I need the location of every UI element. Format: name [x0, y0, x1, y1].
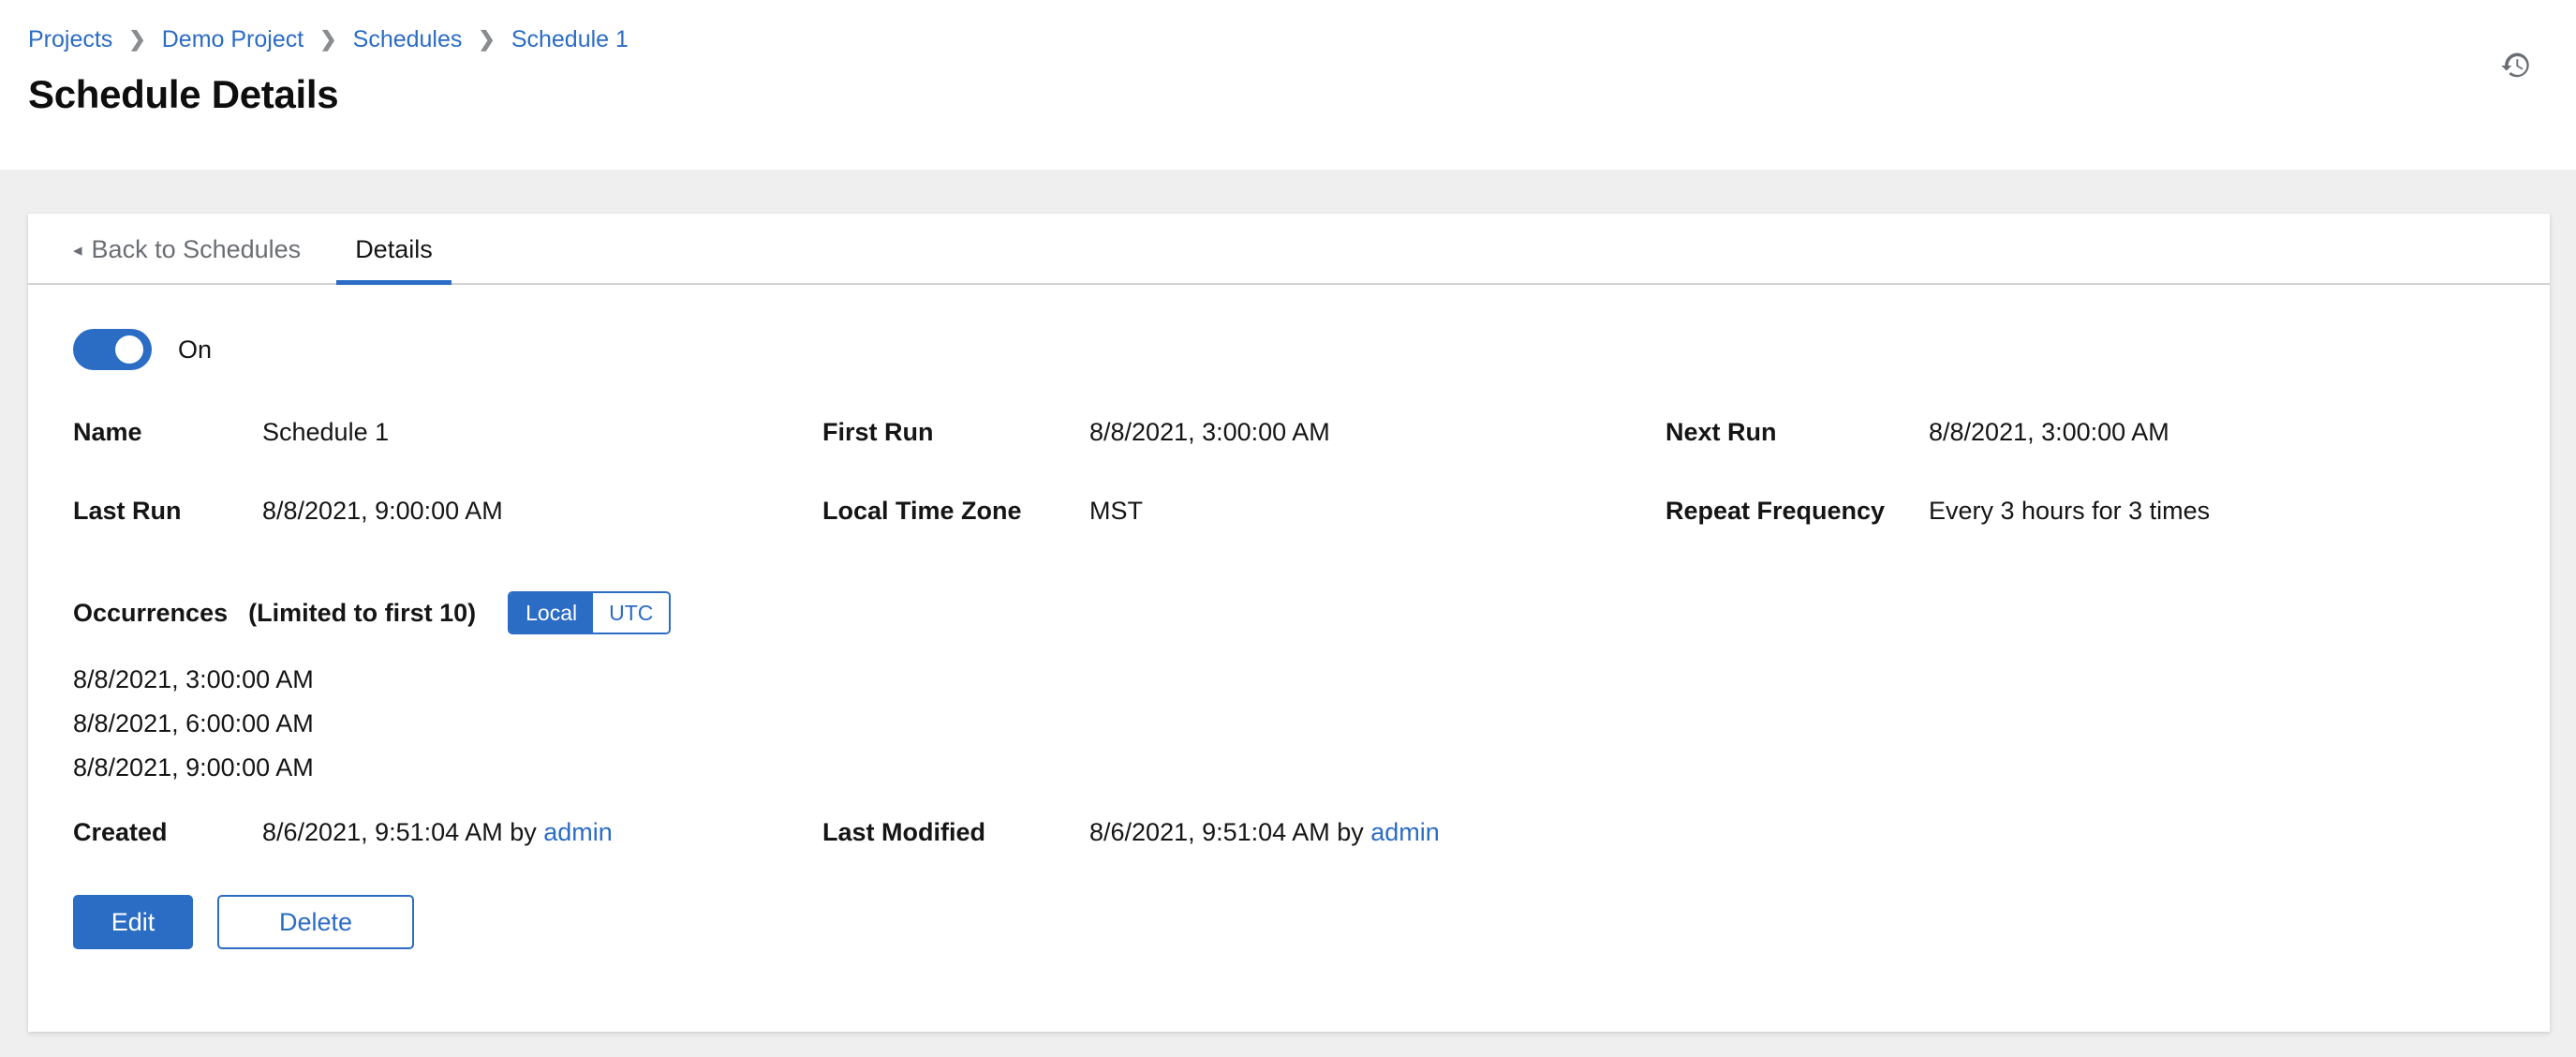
field-created-timestamp: 8/6/2021, 9:51:04 AM by	[262, 818, 537, 846]
schedule-enabled-row: On	[73, 320, 2505, 379]
chevron-left-icon: ◂	[73, 242, 82, 260]
field-last-run-value: 8/8/2021, 9:00:00 AM	[262, 497, 503, 526]
schedule-meta-grid: Created 8/6/2021, 9:51:04 AM by admin La…	[73, 818, 2505, 886]
history-icon	[2499, 49, 2533, 82]
field-created-user-link[interactable]: admin	[543, 818, 613, 846]
breadcrumb-item-schedules[interactable]: Schedules	[353, 28, 463, 52]
timezone-toggle-group: Local UTC	[508, 591, 671, 634]
field-local-time-zone: Local Time Zone MST	[822, 497, 1666, 575]
tab-back-label: Back to Schedules	[92, 235, 302, 264]
schedule-enabled-label: On	[178, 335, 212, 365]
occurrences-list: 8/8/2021, 3:00:00 AM 8/8/2021, 6:00:00 A…	[73, 658, 2505, 790]
history-icon-button[interactable]	[2495, 45, 2537, 86]
breadcrumb: Projects ❯ Demo Project ❯ Schedules ❯ Sc…	[28, 22, 2548, 56]
occurrences-header: Occurrences (Limited to first 10) Local …	[73, 587, 2505, 639]
breadcrumb-separator-icon: ❯	[303, 29, 352, 50]
field-last-modified: Last Modified 8/6/2021, 9:51:04 AM by ad…	[822, 818, 1666, 886]
schedule-enabled-toggle[interactable]	[73, 329, 152, 370]
field-last-modified-label: Last Modified	[822, 818, 1089, 847]
field-first-run-value: 8/8/2021, 3:00:00 AM	[1089, 418, 1330, 447]
action-buttons: Edit Delete	[73, 895, 2505, 949]
page-title: Schedule Details	[28, 72, 2548, 117]
meta-grid-spacer	[1666, 818, 2505, 886]
field-name-label: Name	[73, 418, 262, 447]
field-last-run-label: Last Run	[73, 497, 262, 526]
page-header: Projects ❯ Demo Project ❯ Schedules ❯ Sc…	[0, 0, 2576, 170]
edit-button[interactable]: Edit	[73, 895, 193, 949]
field-repeat-frequency-value: Every 3 hours for 3 times	[1929, 497, 2210, 526]
field-last-run: Last Run 8/8/2021, 9:00:00 AM	[73, 497, 822, 575]
timezone-option-utc[interactable]: UTC	[593, 593, 669, 633]
toggle-knob	[115, 335, 143, 364]
list-item: 8/8/2021, 9:00:00 AM	[73, 746, 2505, 790]
field-last-modified-timestamp: 8/6/2021, 9:51:04 AM by	[1089, 818, 1364, 846]
breadcrumb-item-projects[interactable]: Projects	[28, 28, 112, 52]
field-next-run-label: Next Run	[1666, 418, 1929, 447]
breadcrumb-item-demo-project[interactable]: Demo Project	[162, 28, 303, 52]
tab-back-to-schedules[interactable]: ◂ Back to Schedules	[73, 235, 319, 283]
field-next-run: Next Run 8/8/2021, 3:00:00 AM	[1666, 418, 2505, 497]
delete-button[interactable]: Delete	[217, 895, 414, 949]
field-last-modified-value: 8/6/2021, 9:51:04 AM by admin	[1089, 818, 1440, 847]
card-body: On Name Schedule 1 First Run 8/8/2021, 3…	[28, 285, 2550, 949]
list-item: 8/8/2021, 3:00:00 AM	[73, 658, 2505, 702]
field-next-run-value: 8/8/2021, 3:00:00 AM	[1929, 418, 2169, 447]
schedule-detail-grid: Name Schedule 1 First Run 8/8/2021, 3:00…	[73, 418, 2505, 575]
breadcrumb-item-schedule-1[interactable]: Schedule 1	[511, 28, 629, 52]
field-repeat-frequency-label: Repeat Frequency	[1666, 497, 1929, 526]
occurrences-title: Occurrences	[73, 599, 228, 628]
list-item: 8/8/2021, 6:00:00 AM	[73, 702, 2505, 746]
schedule-details-card: ◂ Back to Schedules Details On Name Sche…	[28, 214, 2550, 1032]
field-first-run-label: First Run	[822, 418, 1089, 447]
tab-details[interactable]: Details	[336, 235, 452, 283]
field-created: Created 8/6/2021, 9:51:04 AM by admin	[73, 818, 822, 886]
field-local-time-zone-value: MST	[1089, 497, 1143, 526]
timezone-option-local[interactable]: Local	[510, 593, 593, 633]
field-repeat-frequency: Repeat Frequency Every 3 hours for 3 tim…	[1666, 497, 2505, 575]
field-name: Name Schedule 1	[73, 418, 822, 497]
occurrences-limit-note: (Limited to first 10)	[248, 599, 476, 628]
breadcrumb-separator-icon: ❯	[462, 29, 511, 50]
field-name-value: Schedule 1	[262, 418, 389, 447]
field-created-label: Created	[73, 818, 262, 847]
tab-bar: ◂ Back to Schedules Details	[28, 214, 2550, 285]
field-last-modified-user-link[interactable]: admin	[1370, 818, 1440, 846]
field-created-value: 8/6/2021, 9:51:04 AM by admin	[262, 818, 613, 847]
field-first-run: First Run 8/8/2021, 3:00:00 AM	[822, 418, 1666, 497]
field-local-time-zone-label: Local Time Zone	[822, 497, 1089, 526]
breadcrumb-separator-icon: ❯	[112, 29, 161, 50]
